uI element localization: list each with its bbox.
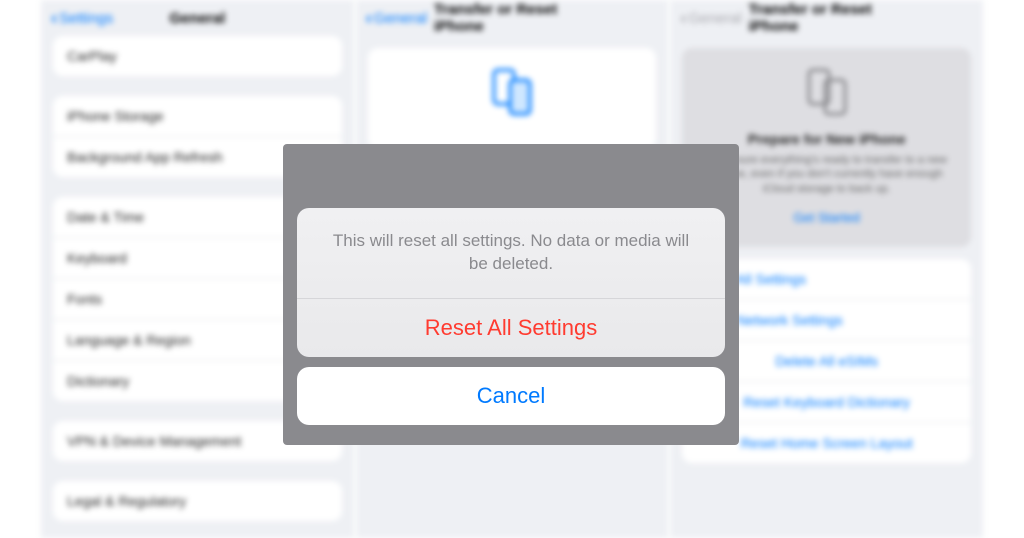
get-started-button[interactable]: Get Started: [783, 206, 869, 229]
navbar: ‹ General Transfer or Reset iPhone: [670, 0, 983, 36]
sheet-message: This will reset all settings. No data or…: [297, 208, 725, 299]
back-label: General: [374, 10, 427, 27]
nav-title: Transfer or Reset iPhone: [434, 1, 590, 35]
list-item[interactable]: iPhone Storage: [53, 96, 342, 137]
back-button[interactable]: ‹ Settings: [51, 9, 113, 27]
navbar: ‹ General Transfer or Reset iPhone: [356, 0, 669, 36]
phones-transfer-icon: [482, 66, 542, 116]
cancel-button[interactable]: Cancel: [297, 367, 725, 425]
sheet-cancel-block: Cancel: [297, 367, 725, 425]
action-sheet-modal: This will reset all settings. No data or…: [283, 144, 739, 445]
group: Legal & Regulatory: [53, 481, 342, 521]
group: CarPlay: [53, 36, 342, 76]
action-sheet: This will reset all settings. No data or…: [297, 208, 725, 425]
phones-transfer-icon: [797, 66, 857, 116]
back-label: General: [688, 10, 741, 27]
chevron-left-icon: ‹: [51, 9, 57, 27]
reset-all-settings-button[interactable]: Reset All Settings: [297, 299, 725, 357]
sheet-main-block: This will reset all settings. No data or…: [297, 208, 725, 357]
chevron-left-icon: ‹: [366, 9, 372, 27]
prepare-card: [368, 48, 657, 149]
chevron-left-icon: ‹: [680, 9, 686, 27]
list-item[interactable]: CarPlay: [53, 36, 342, 76]
back-label: Settings: [59, 10, 113, 27]
back-button-disabled: ‹ General: [680, 9, 741, 27]
navbar: ‹ Settings General: [41, 0, 354, 36]
list-item[interactable]: Legal & Regulatory: [53, 481, 342, 521]
nav-title: General: [169, 10, 225, 27]
nav-title: Transfer or Reset iPhone: [749, 1, 905, 35]
back-button[interactable]: ‹ General: [366, 9, 427, 27]
